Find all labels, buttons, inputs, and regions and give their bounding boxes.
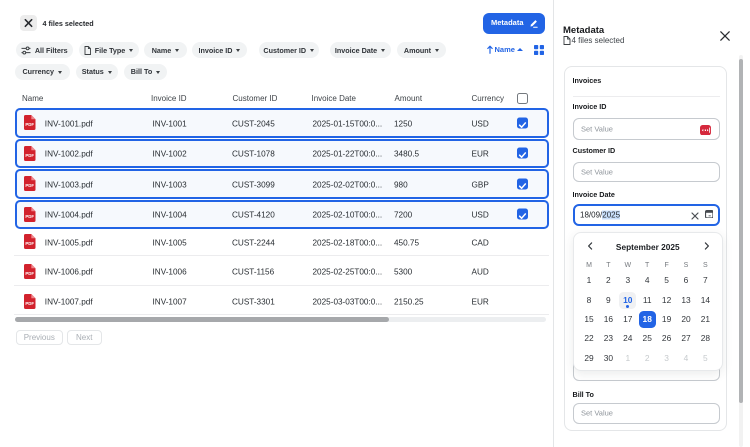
svg-text:PDF: PDF [26, 270, 35, 275]
svg-text:PDF: PDF [26, 214, 35, 219]
svg-text:PDF: PDF [26, 300, 35, 305]
svg-text:PDF: PDF [26, 153, 35, 158]
svg-text:PDF: PDF [26, 241, 35, 246]
svg-text:PDF: PDF [26, 183, 35, 188]
svg-text:PDF: PDF [26, 122, 35, 127]
